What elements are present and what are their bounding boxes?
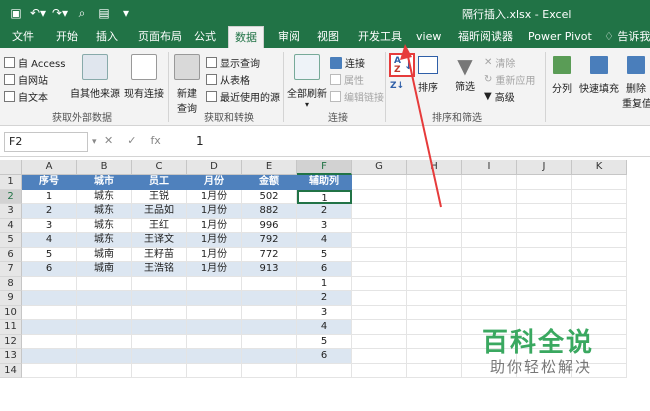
- excel-window: ▣ ↶▾ ↷▾ ⌕ ▤ ▾ 隔行插入.xlsx - Excel 文件 开始 插入…: [0, 0, 650, 411]
- arrow-head: [400, 44, 412, 60]
- watermark-title: 百科全说: [482, 328, 595, 358]
- watermark-subtitle: 助你轻松解决: [490, 358, 593, 376]
- arrow-line: [406, 51, 442, 208]
